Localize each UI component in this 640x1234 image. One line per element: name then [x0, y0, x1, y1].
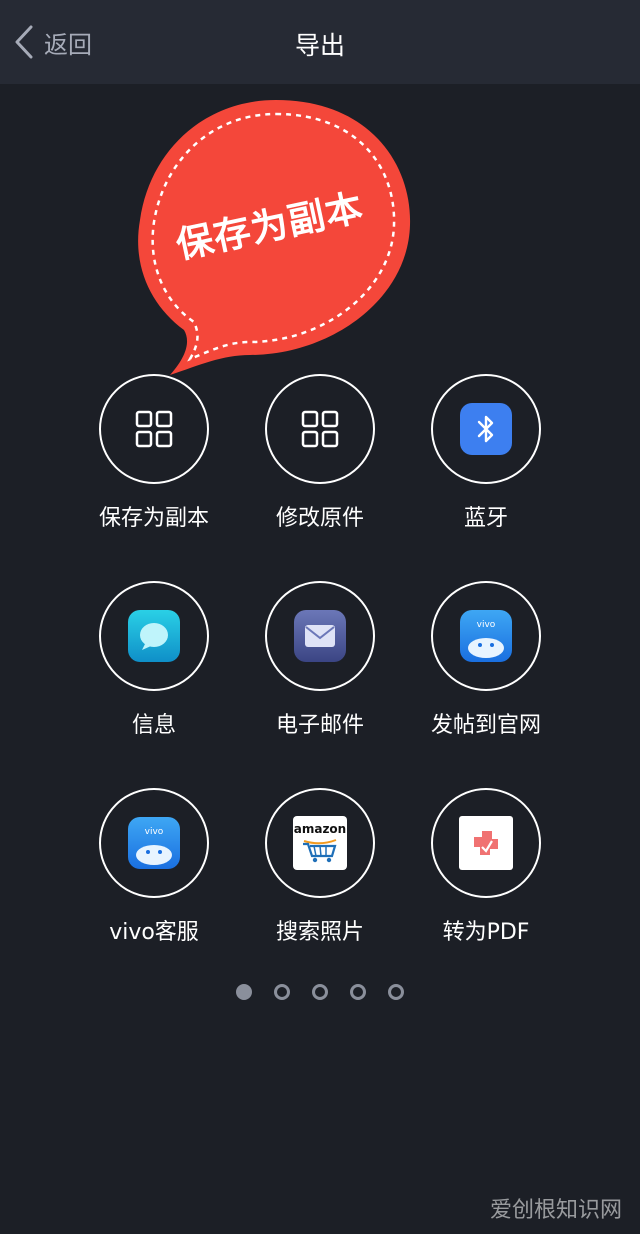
- option-label: vivo客服: [109, 920, 199, 945]
- option-to-pdf-button[interactable]: [431, 788, 541, 898]
- option-label: 蓝牙: [463, 506, 508, 531]
- email-app-icon: [294, 610, 346, 662]
- vivo-icon-text: vivo: [145, 827, 164, 837]
- vivo-app-icon: vivo: [460, 610, 512, 662]
- page-dot-2[interactable]: [274, 984, 290, 1000]
- option-message-button[interactable]: [99, 581, 209, 691]
- email-icon: [305, 625, 335, 647]
- option-label: 转为PDF: [442, 920, 530, 945]
- option-label: 保存为副本: [98, 506, 209, 531]
- pdf-icon: [474, 831, 498, 855]
- grid-icon: [301, 410, 339, 448]
- option-post-official-button[interactable]: vivo: [431, 581, 541, 691]
- vivo-service-icon: vivo: [136, 827, 172, 865]
- bluetooth-app-icon: [460, 403, 512, 455]
- page-title: 导出: [294, 31, 345, 60]
- page-dot-3[interactable]: [312, 984, 328, 1000]
- cart-icon: [303, 839, 337, 863]
- vivo-icon-text: vivo: [477, 620, 496, 630]
- watermark: 爱创根知识网: [489, 1198, 622, 1223]
- grid-icon: [135, 410, 173, 448]
- callout-text: 保存为副本: [172, 185, 368, 268]
- bluetooth-icon: [477, 415, 494, 443]
- pdf-app-icon: [459, 816, 513, 870]
- pagination-dots: [0, 984, 640, 1004]
- vivo-service-app-icon: vivo: [128, 817, 180, 869]
- amazon-app-icon: amazon: [293, 816, 347, 870]
- option-vivo-service-button[interactable]: vivo: [99, 788, 209, 898]
- message-app-icon: [128, 610, 180, 662]
- page-dot-5[interactable]: [388, 984, 404, 1000]
- option-label: 信息: [131, 713, 176, 738]
- option-label: 搜索照片: [275, 920, 364, 945]
- page-dot-1[interactable]: [236, 984, 252, 1000]
- option-email-button[interactable]: [265, 581, 375, 691]
- option-modify-original-button[interactable]: [265, 374, 375, 484]
- message-icon: [140, 623, 168, 650]
- page-dot-4[interactable]: [350, 984, 366, 1000]
- option-label: 发帖到官网: [430, 713, 541, 738]
- option-label: 电子邮件: [275, 713, 364, 738]
- vivo-icon: vivo: [468, 620, 504, 658]
- top-bar: 返回 导出: [0, 0, 640, 84]
- option-save-copy-button[interactable]: [99, 374, 209, 484]
- option-bluetooth-button[interactable]: [431, 374, 541, 484]
- option-label: 修改原件: [275, 506, 364, 531]
- amazon-logo-text: amazon: [293, 822, 347, 836]
- option-search-photo-button[interactable]: amazon: [265, 788, 375, 898]
